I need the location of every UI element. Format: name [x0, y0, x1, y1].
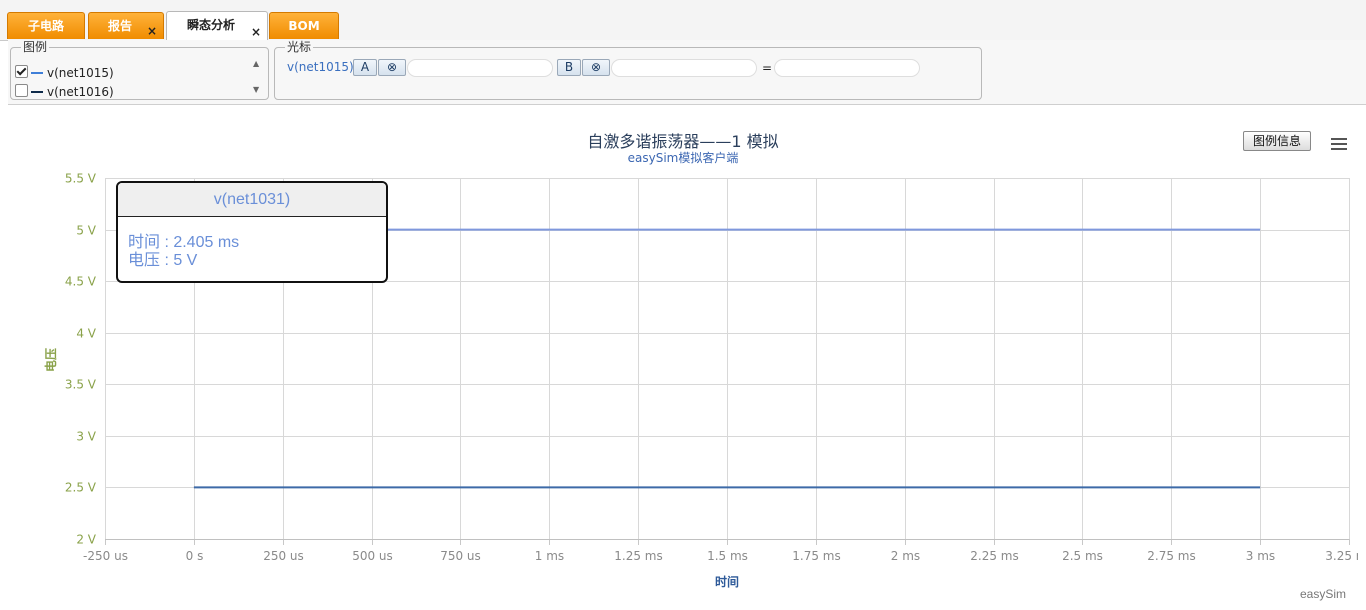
cursor-a-button[interactable]: A	[353, 59, 377, 76]
legend-panel-title: 图例	[23, 40, 48, 54]
x-tick-label: 3.25 ms	[1325, 549, 1358, 563]
scroll-up-icon[interactable]: ▲	[253, 59, 259, 68]
y-tick-label: 5.5 V	[65, 172, 97, 186]
x-axis-title: 时间	[715, 574, 739, 589]
legend-panel: 图例 v(net1015) v(net1016) ▲ ▼	[10, 41, 269, 100]
y-tick-label: 4.5 V	[65, 275, 97, 289]
x-tick-label: 750 us	[440, 549, 481, 563]
x-tick-label: 2.25 ms	[970, 549, 1018, 563]
legend-item-label: v(net1016)	[47, 85, 114, 99]
legend-item-checkbox[interactable]	[15, 84, 28, 97]
x-tick-label: 3 ms	[1246, 549, 1275, 563]
cursor-b-clear-icon[interactable]: ⊗	[582, 59, 610, 76]
x-tick-label: 1.75 ms	[792, 549, 840, 563]
data-tooltip: v(net1031) 时间 : 2.405 ms 电压 : 5 V	[116, 181, 388, 283]
legend-info-button[interactable]: 图例信息	[1243, 131, 1311, 151]
x-tick-label: 2.5 ms	[1062, 549, 1103, 563]
tab-0[interactable]: 子电路	[7, 12, 85, 39]
legend-swatch	[31, 91, 43, 93]
cursor-a-clear-icon[interactable]: ⊗	[378, 59, 406, 76]
y-tick-label: 2.5 V	[65, 481, 97, 495]
tab-label: 子电路	[27, 19, 64, 33]
x-tick-label: 0 s	[186, 549, 204, 563]
x-tick-label: 2.75 ms	[1147, 549, 1195, 563]
legend-item-checkbox[interactable]	[15, 65, 28, 78]
cursor-net-label[interactable]: v(net1015)	[287, 60, 354, 74]
legend-scrollbar[interactable]: ▲ ▼	[251, 55, 265, 99]
x-tick-label: 1.5 ms	[707, 549, 748, 563]
x-tick-label: 2 ms	[891, 549, 920, 563]
tab-3[interactable]: BOM	[269, 12, 339, 39]
chart-title: 自激多谐振荡器——1 模拟	[587, 132, 778, 151]
x-tick-label: 250 us	[263, 549, 304, 563]
legend-swatch	[31, 72, 43, 74]
chart-area: -250 us 0 s 250 us 500 us 750 us 1 ms 1.25 ms 1…	[8, 108, 1358, 608]
chart-credit[interactable]: easySim	[1300, 587, 1346, 601]
chart-subtitle: easySim模拟客户端	[628, 150, 739, 165]
legend-item-label: v(net1015)	[47, 66, 114, 80]
hamburger-menu-icon[interactable]	[1325, 132, 1353, 154]
cursor-b-button[interactable]: B	[557, 59, 581, 76]
x-tick-label: 1 ms	[535, 549, 564, 563]
y-tick-label: 2 V	[76, 533, 96, 547]
cursor-panel: 光标 v(net1015) A ⊗ B ⊗ =	[274, 41, 982, 100]
cursor-diff-value-field[interactable]	[774, 59, 920, 77]
tab-1[interactable]: 报告 ×	[88, 12, 164, 39]
x-tick-label: 1.25 ms	[614, 549, 662, 563]
tab-bar: 子电路 报告 × 瞬态分析 × BOM	[0, 0, 1366, 41]
legend-item[interactable]: v(net1016)	[15, 83, 114, 101]
y-tick-label: 3 V	[76, 430, 96, 444]
tab-label: BOM	[288, 19, 320, 33]
cursor-panel-title: 光标	[287, 40, 312, 54]
tab-2[interactable]: 瞬态分析 ×	[166, 11, 268, 40]
y-axis-title: 电压	[43, 348, 58, 372]
cursor-a-value-field[interactable]	[407, 59, 553, 77]
y-tick-label: 3.5 V	[65, 378, 97, 392]
legend-item[interactable]: v(net1015)	[15, 64, 114, 82]
tooltip-voltage: 电压 : 5 V	[128, 252, 198, 269]
equals-sign: =	[762, 61, 773, 75]
tooltip-series: v(net1031)	[118, 183, 386, 217]
tab-label: 报告	[107, 19, 132, 33]
y-tick-label: 4 V	[76, 327, 96, 341]
y-tick-label: 5 V	[76, 224, 96, 238]
x-tick-label: -250 us	[83, 549, 128, 563]
tab-label: 瞬态分析	[186, 18, 235, 32]
x-tick-label: 500 us	[352, 549, 393, 563]
scroll-down-icon[interactable]: ▼	[253, 85, 259, 94]
toolbar: 图例 v(net1015) v(net1016) ▲ ▼ 光标 v(net1015…	[8, 40, 1366, 105]
cursor-b-value-field[interactable]	[611, 59, 757, 77]
